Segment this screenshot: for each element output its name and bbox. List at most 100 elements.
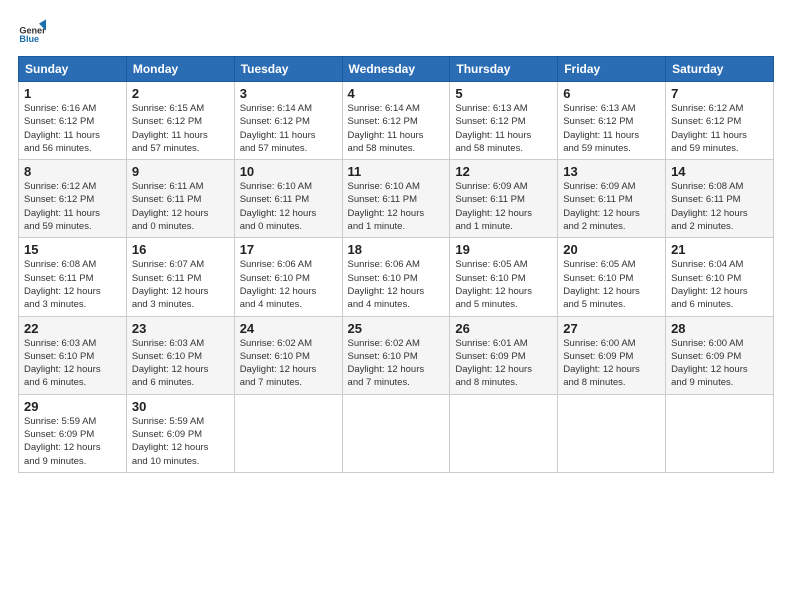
day-number: 11	[348, 164, 445, 179]
calendar-cell: 19Sunrise: 6:05 AMSunset: 6:10 PMDayligh…	[450, 238, 558, 316]
day-info: Sunrise: 6:10 AMSunset: 6:11 PMDaylight:…	[240, 180, 337, 233]
calendar-cell: 14Sunrise: 6:08 AMSunset: 6:11 PMDayligh…	[666, 160, 774, 238]
day-info: Sunrise: 5:59 AMSunset: 6:09 PMDaylight:…	[24, 415, 121, 468]
day-info: Sunrise: 6:00 AMSunset: 6:09 PMDaylight:…	[563, 337, 660, 390]
calendar-cell: 4Sunrise: 6:14 AMSunset: 6:12 PMDaylight…	[342, 82, 450, 160]
day-info: Sunrise: 6:08 AMSunset: 6:11 PMDaylight:…	[24, 258, 121, 311]
day-number: 7	[671, 86, 768, 101]
day-number: 25	[348, 321, 445, 336]
calendar-cell: 6Sunrise: 6:13 AMSunset: 6:12 PMDaylight…	[558, 82, 666, 160]
day-info: Sunrise: 6:15 AMSunset: 6:12 PMDaylight:…	[132, 102, 229, 155]
calendar-cell: 10Sunrise: 6:10 AMSunset: 6:11 PMDayligh…	[234, 160, 342, 238]
day-info: Sunrise: 6:00 AMSunset: 6:09 PMDaylight:…	[671, 337, 768, 390]
calendar-cell: 21Sunrise: 6:04 AMSunset: 6:10 PMDayligh…	[666, 238, 774, 316]
calendar-week-1: 1Sunrise: 6:16 AMSunset: 6:12 PMDaylight…	[19, 82, 774, 160]
calendar-table: SundayMondayTuesdayWednesdayThursdayFrid…	[18, 56, 774, 473]
calendar-cell: 27Sunrise: 6:00 AMSunset: 6:09 PMDayligh…	[558, 316, 666, 394]
calendar-cell: 17Sunrise: 6:06 AMSunset: 6:10 PMDayligh…	[234, 238, 342, 316]
calendar-cell: 12Sunrise: 6:09 AMSunset: 6:11 PMDayligh…	[450, 160, 558, 238]
day-info: Sunrise: 6:01 AMSunset: 6:09 PMDaylight:…	[455, 337, 552, 390]
day-number: 26	[455, 321, 552, 336]
weekday-header-thursday: Thursday	[450, 57, 558, 82]
day-info: Sunrise: 6:12 AMSunset: 6:12 PMDaylight:…	[24, 180, 121, 233]
weekday-header-tuesday: Tuesday	[234, 57, 342, 82]
day-info: Sunrise: 6:16 AMSunset: 6:12 PMDaylight:…	[24, 102, 121, 155]
calendar-cell: 15Sunrise: 6:08 AMSunset: 6:11 PMDayligh…	[19, 238, 127, 316]
day-number: 4	[348, 86, 445, 101]
calendar-week-3: 15Sunrise: 6:08 AMSunset: 6:11 PMDayligh…	[19, 238, 774, 316]
day-number: 13	[563, 164, 660, 179]
day-number: 8	[24, 164, 121, 179]
day-number: 14	[671, 164, 768, 179]
logo-icon: General Blue	[18, 18, 46, 46]
day-number: 29	[24, 399, 121, 414]
calendar-week-5: 29Sunrise: 5:59 AMSunset: 6:09 PMDayligh…	[19, 394, 774, 472]
day-number: 15	[24, 242, 121, 257]
weekday-header-wednesday: Wednesday	[342, 57, 450, 82]
calendar-cell: 20Sunrise: 6:05 AMSunset: 6:10 PMDayligh…	[558, 238, 666, 316]
day-info: Sunrise: 6:07 AMSunset: 6:11 PMDaylight:…	[132, 258, 229, 311]
calendar-cell: 30Sunrise: 5:59 AMSunset: 6:09 PMDayligh…	[126, 394, 234, 472]
day-number: 20	[563, 242, 660, 257]
day-info: Sunrise: 6:05 AMSunset: 6:10 PMDaylight:…	[563, 258, 660, 311]
day-info: Sunrise: 6:14 AMSunset: 6:12 PMDaylight:…	[348, 102, 445, 155]
day-info: Sunrise: 6:14 AMSunset: 6:12 PMDaylight:…	[240, 102, 337, 155]
calendar-cell: 5Sunrise: 6:13 AMSunset: 6:12 PMDaylight…	[450, 82, 558, 160]
day-info: Sunrise: 6:02 AMSunset: 6:10 PMDaylight:…	[348, 337, 445, 390]
calendar-cell	[666, 394, 774, 472]
weekday-header-saturday: Saturday	[666, 57, 774, 82]
day-number: 30	[132, 399, 229, 414]
day-info: Sunrise: 6:05 AMSunset: 6:10 PMDaylight:…	[455, 258, 552, 311]
calendar-page: General Blue SundayMondayTuesdayWednesda…	[0, 0, 792, 612]
calendar-cell: 2Sunrise: 6:15 AMSunset: 6:12 PMDaylight…	[126, 82, 234, 160]
calendar-cell: 29Sunrise: 5:59 AMSunset: 6:09 PMDayligh…	[19, 394, 127, 472]
day-number: 12	[455, 164, 552, 179]
day-number: 6	[563, 86, 660, 101]
day-number: 27	[563, 321, 660, 336]
day-info: Sunrise: 6:09 AMSunset: 6:11 PMDaylight:…	[563, 180, 660, 233]
day-info: Sunrise: 6:10 AMSunset: 6:11 PMDaylight:…	[348, 180, 445, 233]
weekday-header-friday: Friday	[558, 57, 666, 82]
calendar-cell: 1Sunrise: 6:16 AMSunset: 6:12 PMDaylight…	[19, 82, 127, 160]
calendar-cell	[234, 394, 342, 472]
header: General Blue	[18, 18, 774, 46]
day-info: Sunrise: 6:13 AMSunset: 6:12 PMDaylight:…	[455, 102, 552, 155]
calendar-cell: 26Sunrise: 6:01 AMSunset: 6:09 PMDayligh…	[450, 316, 558, 394]
day-info: Sunrise: 6:12 AMSunset: 6:12 PMDaylight:…	[671, 102, 768, 155]
day-info: Sunrise: 6:09 AMSunset: 6:11 PMDaylight:…	[455, 180, 552, 233]
calendar-cell: 11Sunrise: 6:10 AMSunset: 6:11 PMDayligh…	[342, 160, 450, 238]
day-number: 24	[240, 321, 337, 336]
calendar-cell: 18Sunrise: 6:06 AMSunset: 6:10 PMDayligh…	[342, 238, 450, 316]
calendar-cell: 9Sunrise: 6:11 AMSunset: 6:11 PMDaylight…	[126, 160, 234, 238]
weekday-header-monday: Monday	[126, 57, 234, 82]
calendar-cell: 22Sunrise: 6:03 AMSunset: 6:10 PMDayligh…	[19, 316, 127, 394]
day-number: 5	[455, 86, 552, 101]
calendar-cell: 13Sunrise: 6:09 AMSunset: 6:11 PMDayligh…	[558, 160, 666, 238]
day-number: 3	[240, 86, 337, 101]
day-number: 19	[455, 242, 552, 257]
day-info: Sunrise: 6:06 AMSunset: 6:10 PMDaylight:…	[240, 258, 337, 311]
day-number: 1	[24, 86, 121, 101]
day-info: Sunrise: 6:11 AMSunset: 6:11 PMDaylight:…	[132, 180, 229, 233]
calendar-cell: 25Sunrise: 6:02 AMSunset: 6:10 PMDayligh…	[342, 316, 450, 394]
calendar-header-row: SundayMondayTuesdayWednesdayThursdayFrid…	[19, 57, 774, 82]
svg-text:Blue: Blue	[19, 34, 39, 44]
day-number: 17	[240, 242, 337, 257]
logo: General Blue	[18, 18, 48, 46]
calendar-cell	[558, 394, 666, 472]
calendar-cell: 28Sunrise: 6:00 AMSunset: 6:09 PMDayligh…	[666, 316, 774, 394]
day-number: 2	[132, 86, 229, 101]
day-info: Sunrise: 6:08 AMSunset: 6:11 PMDaylight:…	[671, 180, 768, 233]
day-number: 10	[240, 164, 337, 179]
day-info: Sunrise: 6:03 AMSunset: 6:10 PMDaylight:…	[132, 337, 229, 390]
calendar-cell	[450, 394, 558, 472]
calendar-week-4: 22 Sunrise: 6:03 AMSunset: 6:10 PMDayligh…	[19, 316, 774, 394]
day-number: 28	[671, 321, 768, 336]
day-number: 22	[24, 321, 121, 336]
day-number: 18	[348, 242, 445, 257]
day-info: Sunrise: 6:13 AMSunset: 6:12 PMDaylight:…	[563, 102, 660, 155]
day-info: Sunrise: 6:04 AMSunset: 6:10 PMDaylight:…	[671, 258, 768, 311]
weekday-header-sunday: Sunday	[19, 57, 127, 82]
calendar-cell: 3Sunrise: 6:14 AMSunset: 6:12 PMDaylight…	[234, 82, 342, 160]
calendar-week-2: 8Sunrise: 6:12 AMSunset: 6:12 PMDaylight…	[19, 160, 774, 238]
